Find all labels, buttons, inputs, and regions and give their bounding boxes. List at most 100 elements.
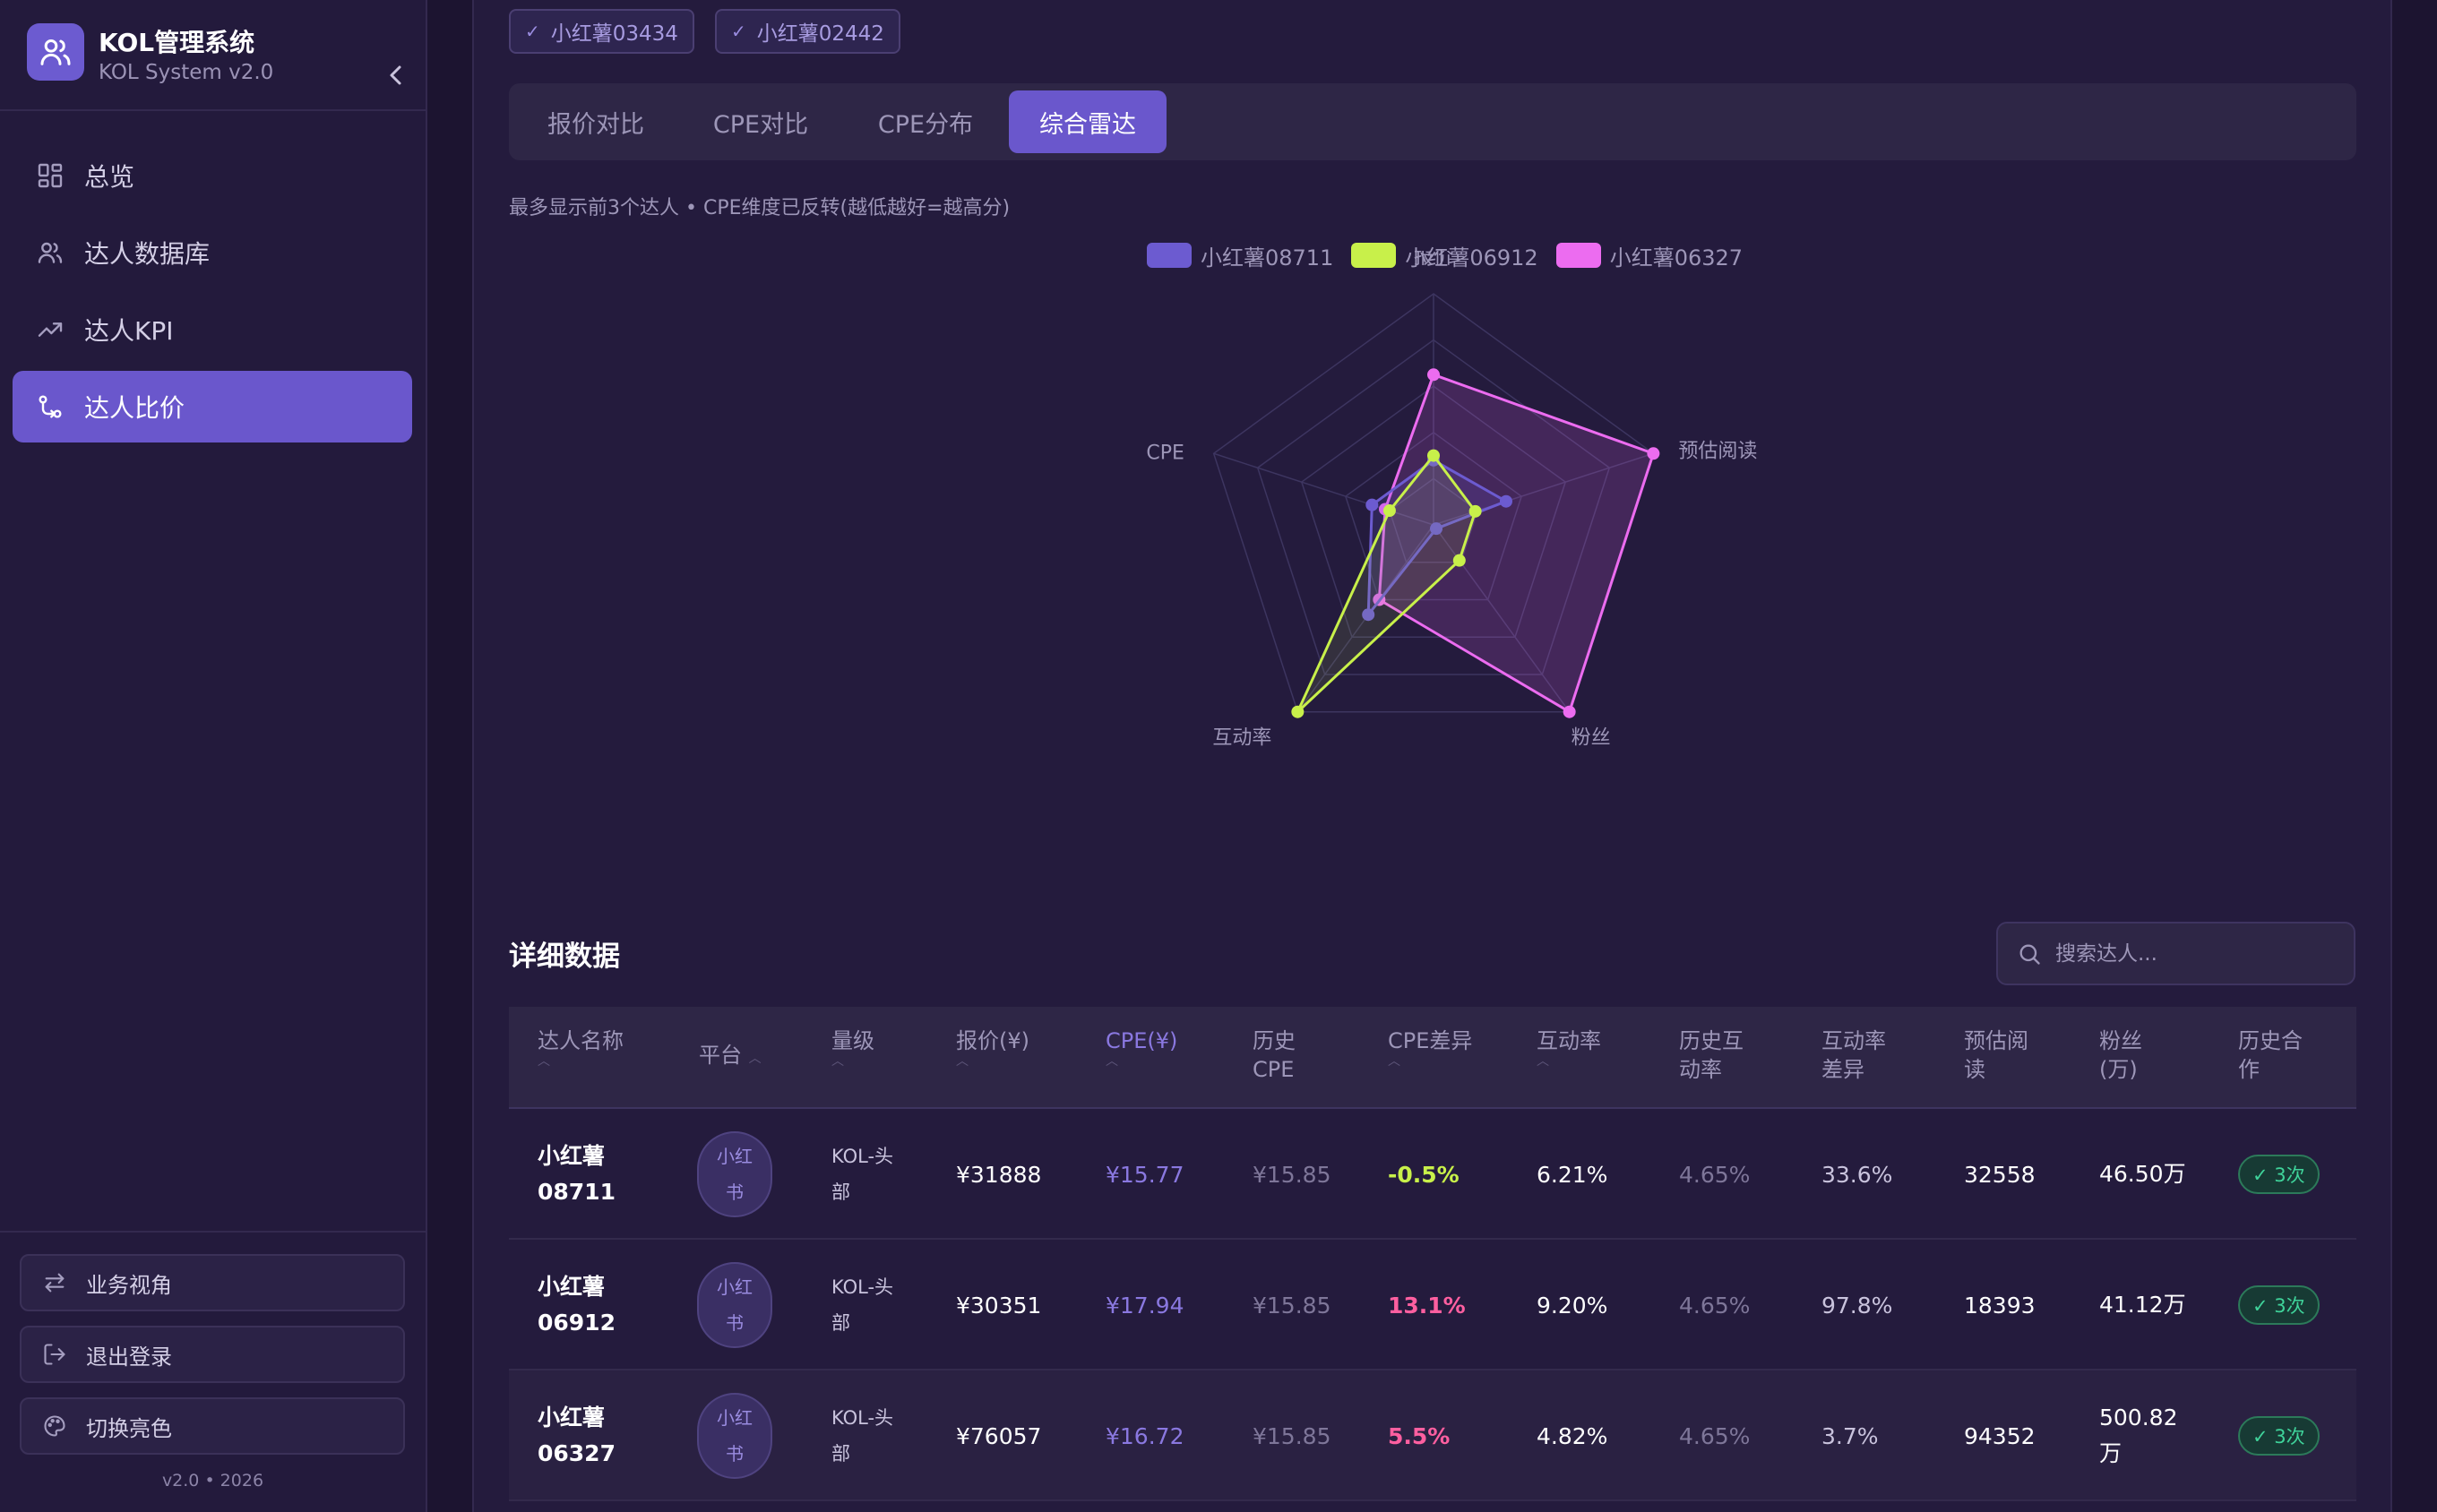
column-header-name[interactable]: 达人名称 ︿ <box>538 1027 624 1068</box>
header-label: 历史CPE <box>1253 1028 1296 1082</box>
header-label: CPE(¥) <box>1106 1028 1178 1053</box>
column-header-er-diff[interactable]: 互动率差异 <box>1821 1027 1893 1084</box>
radar-data-point <box>1468 504 1482 518</box>
radar-data-point <box>1499 494 1512 508</box>
sidebar: KOL管理系统 KOL System v2.0 总览 达人数据库 达人KPI 达… <box>0 0 427 1512</box>
theme-toggle-label: 切换亮色 <box>86 1415 172 1441</box>
cpe-cell: ¥16.72 <box>1106 1422 1184 1449</box>
chevron-left-icon[interactable] <box>382 59 410 91</box>
tab-cpe-distribution[interactable]: CPE分布 <box>851 90 1000 153</box>
column-header-er[interactable]: 互动率 ︿ <box>1537 1027 1601 1068</box>
sidebar-item-label: 达人数据库 <box>84 239 211 269</box>
palette-icon <box>41 1413 68 1439</box>
header-label: 互动率 <box>1537 1028 1601 1053</box>
sort-icon: ︿ <box>1537 1054 1549 1069</box>
kol-name: 小红薯06327 <box>538 1405 616 1466</box>
radar-data-point <box>1647 447 1660 460</box>
column-header-hist-cpe[interactable]: 历史CPE <box>1253 1027 1315 1084</box>
radar-chart: 报价预估阅读粉丝 互动率 CPE <box>1146 251 1757 750</box>
column-header-price[interactable]: 报价(¥) ︿ <box>956 1027 1029 1068</box>
platform-cell: 小红书 <box>697 1240 772 1370</box>
coop-cell: ✓ 3次 <box>2238 1240 2320 1370</box>
fans-cell: 46.50万 <box>2099 1161 2186 1187</box>
table-row[interactable]: 小红薯08711 小红书 KOL-头部 ¥31888 ¥15.77 ¥15.85… <box>509 1109 2356 1240</box>
hist-cpe-cell: ¥15.85 <box>1253 1422 1331 1449</box>
er-diff-cell: 3.7% <box>1821 1422 1879 1449</box>
sidebar-item-compare[interactable]: 达人比价 <box>13 371 412 442</box>
header-label: 量级 <box>831 1028 874 1053</box>
hist-er-cell: 4.65% <box>1679 1161 1751 1188</box>
details-table: 达人名称 ︿ 平台 ︿ 量级 ︿ 报价(¥) ︿ CPE(¥) ︿ 历史CPE CPE差… <box>509 1007 2356 1501</box>
platform-cell: 小红书 <box>697 1109 772 1240</box>
column-header-coop[interactable]: 历史合作 <box>2238 1027 2310 1084</box>
table-row[interactable]: 小红薯06912 小红书 KOL-头部 ¥30351 ¥17.94 ¥15.85… <box>509 1240 2356 1370</box>
tier-cell: KOL-头部 <box>831 1276 894 1334</box>
column-header-cpe-diff[interactable]: CPE差异 ︿ <box>1388 1027 1472 1068</box>
search-box[interactable] <box>1996 922 2355 985</box>
app-subtitle: KOL System v2.0 <box>99 61 274 84</box>
search-input[interactable] <box>2055 941 2342 966</box>
radar-data-point <box>1427 368 1440 382</box>
cpe-diff-cell: -0.5% <box>1388 1161 1460 1188</box>
header-label: 平台 <box>699 1043 742 1068</box>
column-header-hist-er[interactable]: 历史互动率 <box>1679 1027 1751 1084</box>
sidebar-item-label: 总览 <box>84 162 135 192</box>
swap-icon <box>41 1269 68 1296</box>
sidebar-item-kpi[interactable]: 达人KPI <box>13 294 412 365</box>
chart-note: 最多显示前3个达人 • CPE维度已反转(越低越好=越高分) <box>509 197 1011 219</box>
cpe-cell: ¥15.77 <box>1106 1161 1184 1188</box>
price-cell: ¥31888 <box>956 1161 1042 1188</box>
business-view-button[interactable]: 业务视角 <box>20 1254 405 1311</box>
tab-cpe-compare[interactable]: CPE对比 <box>686 90 835 153</box>
cpe-diff-cell: 13.1% <box>1388 1292 1466 1319</box>
coop-cell: ✓ 3次 <box>2238 1370 2320 1501</box>
check-icon: ✓ <box>731 21 746 42</box>
selected-kol-chip[interactable]: ✓ 小红薯02442 <box>715 9 900 54</box>
hist-cpe-cell: ¥15.85 <box>1253 1161 1331 1188</box>
header-label: 报价(¥) <box>956 1028 1029 1053</box>
column-header-reads[interactable]: 预估阅读 <box>1964 1027 2036 1084</box>
app-title: KOL管理系统 <box>99 28 255 57</box>
sort-icon: ︿ <box>1106 1054 1118 1069</box>
er-cell: 4.82% <box>1537 1422 1608 1449</box>
cpe-cell: ¥17.94 <box>1106 1292 1184 1319</box>
radar-data-point <box>1365 498 1379 511</box>
column-header-tier[interactable]: 量级 ︿ <box>831 1027 874 1068</box>
selected-kol-chip[interactable]: ✓ 小红薯03434 <box>509 9 694 54</box>
reads-cell: 32558 <box>1964 1161 2036 1188</box>
radar-axis-label: 互动率 <box>1212 727 1271 750</box>
compare-icon <box>34 391 66 423</box>
sidebar-item-overview[interactable]: 总览 <box>13 140 412 211</box>
reads-cell: 18393 <box>1964 1292 2036 1319</box>
sidebar-item-database[interactable]: 达人数据库 <box>13 217 412 288</box>
theme-toggle-button[interactable]: 切换亮色 <box>20 1397 405 1455</box>
radar-axis-label: 预估阅读 <box>1678 440 1757 462</box>
fans-cell: 500.82万 <box>2099 1405 2178 1466</box>
coop-badge: ✓ 3次 <box>2238 1155 2320 1194</box>
check-icon: ✓ <box>525 21 540 42</box>
radar-axis-label: 报价 <box>1414 251 1453 269</box>
column-header-fans[interactable]: 粉丝(万) <box>2099 1027 2144 1084</box>
logout-button[interactable]: 退出登录 <box>20 1326 405 1383</box>
radar-axis-label: CPE <box>1146 442 1184 464</box>
table-row[interactable]: 小红薯06327 小红书 KOL-头部 ¥76057 ¥16.72 ¥15.85… <box>509 1370 2356 1501</box>
header-label: 历史合作 <box>2238 1028 2303 1082</box>
sort-icon: ︿ <box>1388 1054 1400 1069</box>
sort-icon: ︿ <box>538 1054 550 1069</box>
tier-cell: KOL-头部 <box>831 1146 894 1203</box>
er-diff-cell: 33.6% <box>1821 1161 1893 1188</box>
tab-price-compare[interactable]: 报价对比 <box>521 90 670 153</box>
er-cell: 6.21% <box>1537 1161 1608 1188</box>
business-view-label: 业务视角 <box>86 1272 172 1298</box>
column-header-platform[interactable]: 平台 ︿ <box>699 1041 762 1073</box>
dashboard-icon <box>34 159 66 192</box>
chart-tabs: 报价对比 CPE对比 CPE分布 综合雷达 <box>509 83 2356 160</box>
column-header-cpe[interactable]: CPE(¥) ︿ <box>1106 1027 1177 1068</box>
version-text: v2.0 • 2026 <box>161 1471 264 1491</box>
chip-label: 小红薯02442 <box>756 22 884 46</box>
tier-cell: KOL-头部 <box>831 1407 894 1465</box>
tab-radar[interactable]: 综合雷达 <box>1009 90 1167 153</box>
radar-axis-label: 粉丝 <box>1572 727 1611 750</box>
sidebar-item-label: 达人KPI <box>84 316 174 346</box>
sort-icon: ︿ <box>748 1052 762 1066</box>
